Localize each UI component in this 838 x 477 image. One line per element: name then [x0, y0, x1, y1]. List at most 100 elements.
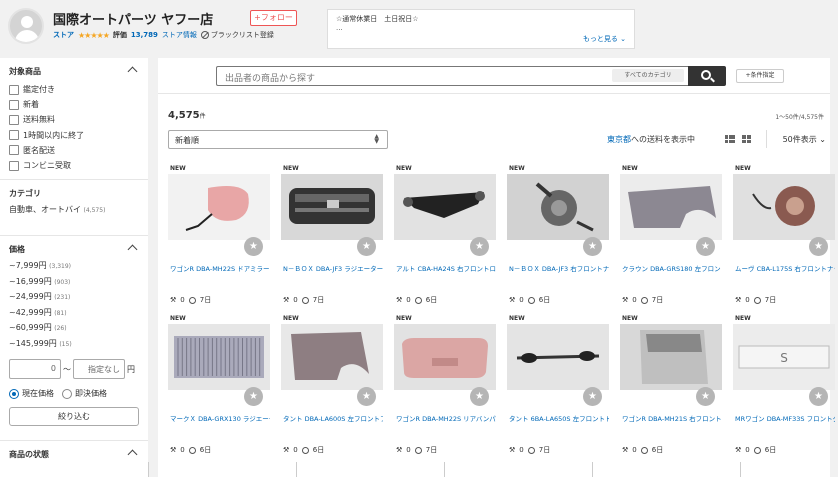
watch-star-icon[interactable]: ★: [809, 387, 828, 406]
item-title[interactable]: ワゴンR DBA-MH22S リアバンパー: [396, 413, 496, 423]
item-photo[interactable]: [507, 324, 609, 390]
shipping-pref-link[interactable]: 東京都: [607, 135, 631, 144]
item-card[interactable]: NEW ★ ワゴンR DBA-MH21S 右フロントドア ⚒0 6日: [620, 311, 724, 454]
item-photo[interactable]: [507, 174, 609, 240]
item-title[interactable]: クラウン DBA-GRS180 左フロントフェンダー: [622, 263, 722, 273]
item-card[interactable]: NEW S ★ MRワゴン DBA-MF33S フロントグリル ⚒0 6日: [733, 311, 837, 454]
item-photo[interactable]: [733, 174, 835, 240]
filter-checkbox[interactable]: 1時間以内に終了: [0, 128, 148, 143]
item-title[interactable]: MRワゴン DBA-MF33S フロントグリル: [735, 413, 835, 423]
item-card[interactable]: NEW ★ タント DBA-LA600S 左フロントフェンダー ⚒0 6日: [281, 311, 385, 454]
filter-checkbox[interactable]: コンビニ受取: [0, 158, 148, 173]
checkbox[interactable]: [9, 130, 19, 141]
watch-star-icon[interactable]: ★: [357, 237, 376, 256]
radio-buynow-price[interactable]: 即決価格: [62, 388, 107, 399]
item-title[interactable]: タント DBA-LA600S 左フロントフェンダー: [283, 413, 383, 423]
watch-star-icon[interactable]: ★: [696, 237, 715, 256]
store-info-link[interactable]: ストア情報: [162, 30, 197, 40]
price-range-link[interactable]: ~42,999円 (81): [0, 307, 148, 323]
checkbox[interactable]: [9, 160, 19, 171]
price-range-link[interactable]: ~24,999円 (231): [0, 291, 148, 307]
price-range-link[interactable]: ~60,999円 (26): [0, 322, 148, 338]
watch-star-icon[interactable]: ★: [357, 387, 376, 406]
item-card[interactable]: NEW ★ マークＸ DBA-GRX130 ラジエーター ⚒0 6日: [168, 311, 272, 454]
item-card[interactable]: NEW ★ ムーヴ CBA-L175S 右フロントナックル ⚒0 7日: [733, 161, 837, 304]
search-button[interactable]: [688, 66, 726, 86]
shipping-destination: 東京都への送料を表示中: [607, 135, 695, 144]
item-photo[interactable]: [620, 324, 722, 390]
filter-checkbox[interactable]: 新着: [0, 97, 148, 112]
item-card[interactable]: NEW ★ N－ＢＯＸ DBA-JF3 ラジエーターグリル ⚒0 7日: [281, 161, 385, 304]
item-photo[interactable]: [281, 324, 383, 390]
item-photo[interactable]: [394, 174, 496, 240]
grid-view-icon[interactable]: [742, 135, 751, 143]
bid-hammer-icon: ⚒: [396, 446, 403, 454]
new-badge: NEW: [735, 315, 751, 322]
filter-checkbox[interactable]: 鑑定付き: [0, 82, 148, 97]
watch-star-icon[interactable]: ★: [470, 387, 489, 406]
bid-hammer-icon: ⚒: [170, 296, 177, 304]
item-photo[interactable]: [620, 174, 722, 240]
watch-star-icon[interactable]: ★: [244, 237, 263, 256]
item-title[interactable]: タント 6BA-LA650S 左フロントドライブシャフト: [509, 413, 609, 423]
item-photo[interactable]: [168, 324, 270, 390]
item-photo[interactable]: S: [733, 324, 835, 390]
store-avatar[interactable]: [8, 8, 44, 44]
radio-current-price[interactable]: 現在価格: [9, 388, 54, 399]
item-title[interactable]: N－ＢＯＸ DBA-JF3 ラジエーターグリル: [283, 263, 383, 273]
item-card[interactable]: NEW ★ ワゴンR DBA-MH22S ドアミラー ⚒ 0 7日: [168, 161, 272, 304]
price-title[interactable]: 価格: [0, 236, 148, 260]
follow-button[interactable]: +フォロー: [250, 10, 297, 26]
checkbox[interactable]: [9, 84, 19, 95]
item-photo[interactable]: [281, 174, 383, 240]
price-range-link[interactable]: ~7,999円 (3,319): [0, 260, 148, 276]
item-card[interactable]: NEW ★ タント 6BA-LA650S 左フロントドライブシャフト ⚒0 7日: [507, 311, 611, 454]
watch-star-icon[interactable]: ★: [470, 237, 489, 256]
category-select[interactable]: すべてのカテゴリ: [612, 69, 684, 82]
checkbox[interactable]: [9, 145, 19, 156]
item-title[interactable]: ワゴンR DBA-MH21S 右フロントドア: [622, 413, 722, 423]
blacklist-button[interactable]: ブラックリスト登録: [200, 30, 274, 40]
price-min-input[interactable]: 0: [9, 359, 61, 379]
narrow-down-button[interactable]: 絞り込む: [9, 407, 139, 426]
watch-star-icon[interactable]: ★: [696, 387, 715, 406]
target-filter-title[interactable]: 対象商品: [0, 58, 148, 82]
price-max-input[interactable]: 指定なし: [73, 359, 125, 379]
sort-select[interactable]: 新着順 ▲ ▼: [168, 130, 388, 149]
item-card[interactable]: NEW ★ アルト CBA-HA24S 右フロントロアアーム ⚒0 6日: [394, 161, 498, 304]
item-card[interactable]: NEW ★ ワゴンR DBA-MH22S リアバンパー ⚒ 0 7日: [394, 311, 498, 454]
item-title[interactable]: マークＸ DBA-GRX130 ラジエーター: [170, 413, 270, 423]
item-photo[interactable]: [394, 324, 496, 390]
per-page-select[interactable]: 50件表示 ⌄: [783, 134, 826, 145]
add-condition-button[interactable]: +条件指定: [736, 69, 784, 83]
new-badge: NEW: [283, 315, 299, 322]
filter-checkbox[interactable]: 送料無料: [0, 112, 148, 127]
bid-count: 0: [180, 296, 185, 304]
bid-count: 0: [293, 296, 298, 304]
watch-star-icon[interactable]: ★: [244, 387, 263, 406]
item-card[interactable]: NEW ★ N－ＢＯＸ DBA-JF3 右フロントナックル ⚒0 6日: [507, 161, 611, 304]
item-title[interactable]: N－ＢＯＸ DBA-JF3 右フロントナックル: [509, 263, 609, 273]
clock-icon: [414, 296, 422, 304]
store-name[interactable]: 国際オートパーツ ヤフー店: [53, 9, 213, 28]
category-link[interactable]: 自動車、オートバイ (4,575): [0, 204, 148, 224]
item-title[interactable]: ムーヴ CBA-L175S 右フロントナックル: [735, 263, 835, 273]
item-title[interactable]: ワゴンR DBA-MH22S ドアミラー: [170, 263, 270, 273]
checkbox[interactable]: [9, 114, 19, 125]
time-left: 7日: [538, 446, 551, 454]
condition-section: 商品の状態: [0, 441, 148, 465]
checkbox[interactable]: [9, 99, 19, 110]
notice-more-link[interactable]: もっと見る ⌄: [583, 34, 626, 44]
item-title[interactable]: アルト CBA-HA24S 右フロントロアアーム: [396, 263, 496, 273]
price-range-link[interactable]: ~145,999円 (15): [0, 338, 148, 354]
rating-count-link[interactable]: 13,789: [131, 31, 158, 39]
list-view-icon[interactable]: [725, 135, 735, 143]
item-card[interactable]: NEW ★ クラウン DBA-GRS180 左フロントフェンダー ⚒0 7日: [620, 161, 724, 304]
watch-star-icon[interactable]: ★: [583, 237, 602, 256]
filter-checkbox[interactable]: 匿名配送: [0, 143, 148, 158]
condition-title[interactable]: 商品の状態: [0, 441, 148, 465]
item-photo[interactable]: [168, 174, 270, 240]
price-range-link[interactable]: ~16,999円 (903): [0, 276, 148, 292]
watch-star-icon[interactable]: ★: [583, 387, 602, 406]
watch-star-icon[interactable]: ★: [809, 237, 828, 256]
